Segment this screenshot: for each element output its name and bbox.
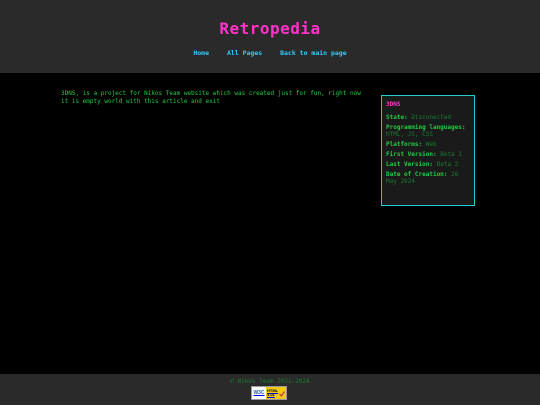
info-row-state: State: Disconected [386,114,452,121]
article-intro: 3DNS, is a project for Nikos Team websit… [61,90,361,105]
infobox: 3DNS State: Disconected Programming lang… [381,95,475,206]
info-row-languages: Programming languages: HTML, JS, CSS [386,124,466,138]
info-label: Platforms [386,141,419,148]
info-label: Last Version [386,161,430,168]
nav-link-back-to-main[interactable]: Back to main page [280,49,347,57]
site-title: Retropedia [219,19,321,38]
copyright-text: © Nikos Team 2021-2024 [230,378,310,385]
info-value: Beta 2 [436,161,459,168]
badge-version-label: 4.01 [267,392,275,397]
info-row-date-of-creation: Date of Creation: 28 May 2024 [386,171,459,185]
info-label: Programming languages [386,124,462,131]
site-header: Retropedia Home All Pages Back to main p… [0,0,540,73]
w3c-logo: W3C [252,387,266,399]
check-icon [279,391,285,397]
info-label: Date of Creation [386,171,444,178]
site-footer: © Nikos Team 2021-2024 W3C HTML 4.01 [0,374,540,405]
info-row-first-version: First Version: Beta 1 [386,151,462,158]
info-row-platforms: Platforms: Web [386,141,437,148]
info-value: Web [425,141,437,148]
info-value: HTML, JS, CSS [386,131,433,138]
info-value: Disconected [411,114,452,121]
info-label: State [386,114,405,121]
infobox-title: 3DNS [386,101,401,108]
info-row-last-version: Last Version: Beta 2 [386,161,459,168]
w3c-validation-badge[interactable]: W3C HTML 4.01 [251,386,287,400]
info-label: First Version [386,151,433,158]
nav-link-home[interactable]: Home [193,49,209,57]
main-nav: Home All Pages Back to main page [0,49,540,57]
info-value: Beta 1 [440,151,462,158]
nav-link-all-pages[interactable]: All Pages [227,49,262,57]
